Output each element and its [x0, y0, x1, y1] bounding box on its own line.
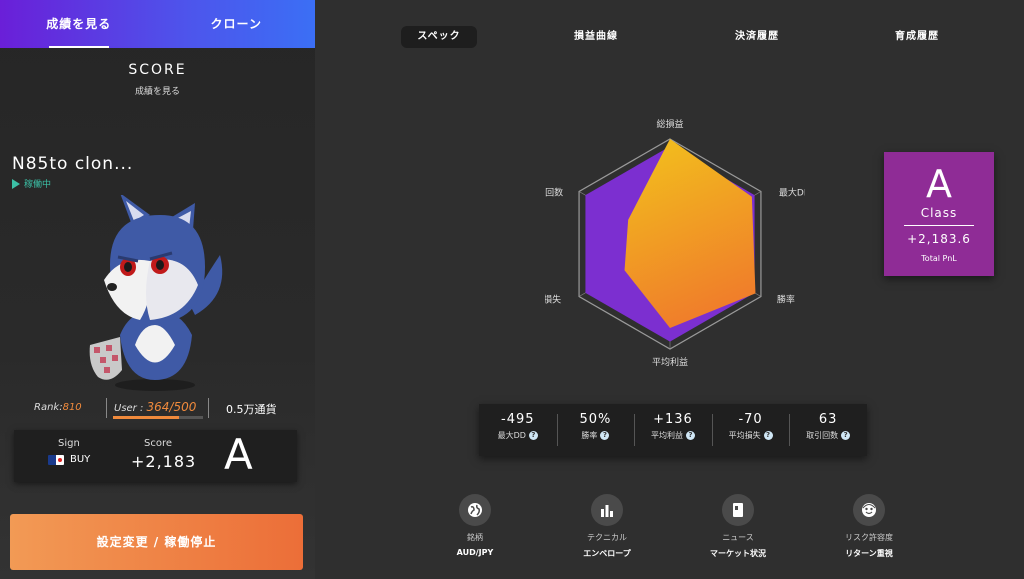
sign-card: Sign BUY Score +2,183 A: [14, 430, 297, 482]
globe-icon[interactable]: [459, 494, 491, 526]
radar-axis-label: 総損益: [656, 118, 683, 130]
help-icon[interactable]: ?: [600, 431, 610, 440]
metric-label: 平均利益: [650, 431, 683, 440]
user-stat: User : 364/500: [114, 400, 196, 414]
help-icon[interactable]: ?: [528, 431, 538, 440]
help-icon[interactable]: ?: [685, 431, 695, 440]
info-label: ニュース: [722, 533, 754, 542]
user-progress-fill: [113, 416, 179, 419]
help-icon[interactable]: ?: [841, 431, 851, 440]
metric-value: -70: [738, 412, 763, 427]
metrics-bar: -495 最大DD? 50% 勝率? +136 平均利益? -70 平均損失? …: [479, 404, 867, 456]
tab-training-history[interactable]: 育成履歴: [879, 26, 955, 48]
user-progress-bar: [113, 416, 203, 419]
play-icon: [12, 178, 20, 189]
grade-letter: A: [224, 430, 253, 479]
tab-clone[interactable]: クローン: [158, 0, 316, 48]
rank-value: 810: [62, 402, 82, 413]
settings-stop-button[interactable]: 設定変更 / 稼働停止: [10, 514, 303, 570]
divider: [106, 398, 107, 418]
radar-axis-label: 取引回数: [545, 187, 563, 199]
metric-label: 勝率: [581, 431, 598, 440]
total-pnl-value: +2,183.6: [907, 232, 971, 246]
score-value: +2,183: [131, 452, 197, 471]
info-risk: リスク許容度 リターン重視: [819, 494, 919, 559]
main-panel: スペック 損益曲線 決済履歴 育成履歴 総損益最大DD勝率平均利益平均損失取引回…: [315, 0, 1024, 579]
bot-status-label: 稼働中: [24, 180, 52, 190]
tab-pnl-curve[interactable]: 損益曲線: [558, 26, 634, 48]
radar-chart: 総損益最大DD 勝率平均利益 平均損失 取引回数: [545, 118, 805, 368]
score-subtitle: 成績を見る: [134, 87, 180, 97]
metric-trade-count: 63 取引回数?: [789, 404, 867, 456]
tab-score[interactable]: 成績を見る: [0, 0, 158, 48]
bot-status: 稼働中: [12, 177, 51, 190]
divider: [904, 225, 974, 226]
left-tab-bar: 成績を見る クローン: [0, 0, 315, 48]
stats-row: Rank:810 User : 364/500 0.5万通貨: [14, 396, 304, 422]
aud-jpy-flag-icon: [48, 454, 64, 465]
bot-name: N85to clon...: [12, 154, 134, 174]
rank-stat: Rank:810: [34, 402, 82, 413]
class-card: A Class +2,183.6 Total PnL: [884, 152, 994, 276]
info-symbol: 銘柄 AUD/JPY: [425, 494, 525, 557]
metric-value: 63: [818, 412, 838, 427]
radar-axis-label: 平均利益: [652, 356, 688, 368]
sign-value: BUY: [48, 454, 90, 465]
metric-label: 取引回数: [806, 431, 839, 440]
total-pnl-label: Total PnL: [921, 254, 957, 263]
info-label: 銘柄: [467, 533, 483, 542]
score-label: Score: [144, 438, 173, 449]
face-icon[interactable]: [853, 494, 885, 526]
bar-chart-icon[interactable]: [591, 494, 623, 526]
metric-value: -495: [501, 412, 535, 427]
metric-avg-loss: -70 平均損失?: [711, 404, 790, 456]
info-value: AUD/JPY: [456, 548, 494, 557]
tab-spec[interactable]: スペック: [401, 26, 477, 48]
info-value: エンベロープ: [583, 549, 631, 558]
currency-amount: 0.5万通貨: [226, 403, 277, 416]
info-news: ニュース マーケット状況: [688, 494, 788, 559]
left-panel: 成績を見る クローン SCORE 成績を見る N85to clon... 稼働中: [0, 0, 315, 579]
metric-label: 最大DD: [497, 431, 526, 440]
rank-label: Rank:: [34, 402, 63, 413]
metric-max-dd: -495 最大DD?: [479, 404, 557, 456]
info-technical: テクニカル エンベロープ: [557, 494, 657, 559]
help-icon[interactable]: ?: [763, 431, 773, 440]
class-word: Class: [920, 206, 958, 220]
tab-trade-history[interactable]: 決済履歴: [719, 26, 795, 48]
info-value: マーケット状況: [710, 549, 766, 558]
sign-side: BUY: [70, 454, 91, 465]
user-value: 364/500: [146, 400, 197, 414]
radar-axis-label: 最大DD: [779, 187, 805, 199]
sign-label: Sign: [58, 438, 80, 449]
mascot-image: [89, 195, 223, 391]
radar-axis-label: 勝率: [777, 294, 795, 306]
radar-axis-label: 平均損失: [545, 294, 561, 306]
news-icon[interactable]: [722, 494, 754, 526]
metric-value: 50%: [579, 412, 612, 427]
metric-label: 平均損失: [728, 431, 761, 440]
divider: [208, 398, 209, 418]
class-letter: A: [926, 162, 952, 206]
metric-avg-profit: +136 平均利益?: [634, 404, 712, 456]
metric-value: +136: [653, 412, 693, 427]
info-label: テクニカル: [587, 533, 627, 542]
score-title: SCORE: [128, 62, 187, 78]
info-value: リターン重視: [845, 549, 893, 558]
user-label: User :: [114, 403, 144, 414]
metric-win-rate: 50% 勝率?: [556, 404, 635, 456]
info-label: リスク許容度: [845, 533, 893, 542]
